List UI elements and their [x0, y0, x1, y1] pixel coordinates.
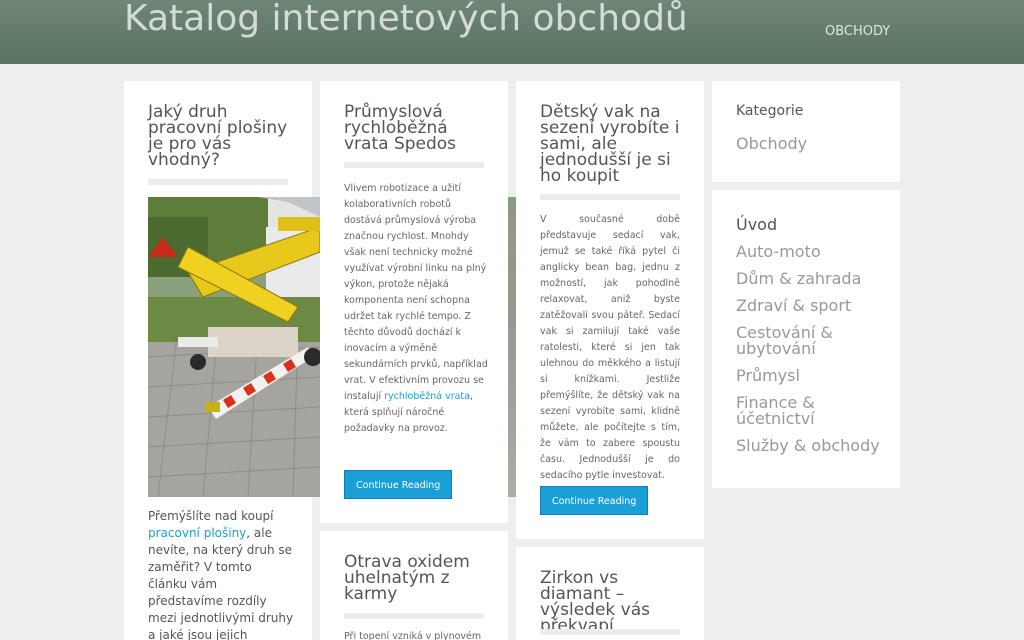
post-title[interactable]: Průmyslová rychloběžná vrata Spedos — [344, 104, 492, 153]
continue-reading-button[interactable]: Continue Reading — [344, 470, 453, 499]
post-title[interactable]: Jaký druh pracovní plošiny je pro vás vh… — [148, 104, 288, 169]
widget-title: Kategorie — [736, 103, 804, 119]
title-separator — [540, 629, 680, 635]
menu-widget: Úvod Auto-moto Dům & zahrada Zdraví & sp… — [712, 190, 900, 488]
menu-item-sluzby[interactable]: Služby & obchody — [736, 438, 886, 454]
mobile-lifting-platform-photo[interactable] — [148, 197, 320, 497]
post-excerpt: Při topení vzniká v plynovém — [344, 631, 482, 640]
post-excerpt: Vlivem robotizace a užití kolaborativníc… — [344, 181, 490, 437]
excerpt-link[interactable]: rychloběžná vrata — [384, 391, 470, 402]
post-excerpt: V současné době představuje sedací vak, … — [540, 214, 680, 481]
site-header: Katalog internetových obchodů OBCHODY — [0, 0, 1024, 64]
sidebar-menu: Úvod Auto-moto Dům & zahrada Zdraví & sp… — [736, 217, 886, 465]
photo-edge — [508, 197, 516, 497]
post-title[interactable]: Dětský vak na sezení vyrobíte i sami, al… — [540, 104, 680, 185]
menu-item-finance[interactable]: Finance & účetnictví — [736, 395, 886, 427]
menu-item-zdravi-sport[interactable]: Zdraví & sport — [736, 298, 886, 314]
post-excerpt: Přemýšlíte nad koupí pracovní plošiny, a… — [148, 508, 294, 640]
categories-widget: Kategorie Obchody — [712, 81, 900, 182]
excerpt-link[interactable]: pracovní plošiny — [148, 526, 246, 540]
title-separator — [344, 162, 484, 168]
category-link-obchody[interactable]: Obchody — [736, 134, 807, 153]
nav-link-obchody[interactable]: OBCHODY — [825, 24, 890, 39]
post-title[interactable]: Otrava oxidem uhelnatým z karmy — [344, 554, 484, 603]
title-separator — [148, 179, 288, 185]
post-title[interactable]: Zirkon vs diamant – výsledek vás překvap… — [540, 570, 690, 635]
excerpt-text: Přemýšlíte nad koupí — [148, 509, 274, 523]
menu-item-dum-zahrada[interactable]: Dům & zahrada — [736, 271, 886, 287]
site-title[interactable]: Katalog internetových obchodů — [124, 0, 688, 39]
excerpt-text: Vlivem robotizace a užití kolaborativníc… — [344, 183, 488, 402]
menu-item-auto-moto[interactable]: Auto-moto — [736, 244, 886, 260]
post-card-rychlobezna-vrata: Průmyslová rychloběžná vrata Spedos Vliv… — [320, 81, 508, 523]
post-card-otrava-oxidem: Otrava oxidem uhelnatým z karmy Při tope… — [320, 531, 508, 640]
post-card-detsky-vak: Dětský vak na sezení vyrobíte i sami, al… — [516, 81, 704, 539]
menu-item-uvod[interactable]: Úvod — [736, 217, 886, 233]
menu-item-cestovani[interactable]: Cestování & ubytování — [736, 325, 886, 357]
menu-item-prumysl[interactable]: Průmysl — [736, 368, 886, 384]
post-card-zirkon-vs-diamant: Zirkon vs diamant – výsledek vás překvap… — [516, 547, 704, 640]
title-separator — [344, 613, 484, 619]
title-separator — [540, 194, 680, 200]
continue-reading-button[interactable]: Continue Reading — [540, 486, 649, 515]
excerpt-text: , ale nevíte, na který druh se zaměřit? … — [148, 526, 294, 640]
